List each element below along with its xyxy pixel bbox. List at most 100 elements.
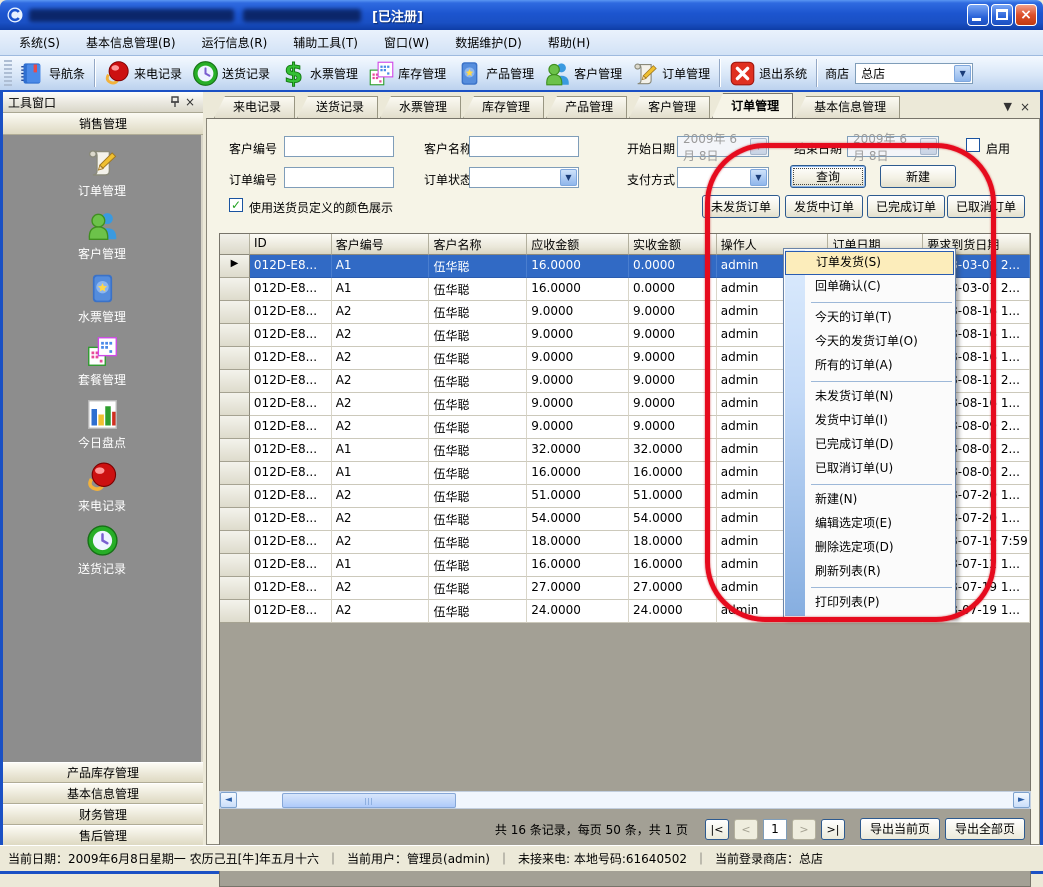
context-menu-item-编辑选定项(E)[interactable]: 编辑选定项(E) [785,512,954,536]
sidebar-item-今日盘点[interactable]: 今日盘点 [3,393,201,456]
pay-method-select[interactable]: ▼ [677,167,769,188]
status-filter-button-未发货订单[interactable]: 未发货订单 [702,195,780,218]
chevron-down-icon[interactable]: ▼ [560,169,577,186]
row-selector-cell[interactable] [220,324,250,347]
next-page-button[interactable]: > [792,819,816,840]
close-button[interactable]: × [1015,4,1037,26]
maximize-button[interactable] [991,4,1013,26]
sidebar-group-产品库存管理[interactable]: 产品库存管理 [3,762,203,783]
sidebar-item-送货记录[interactable]: 送货记录 [3,519,201,582]
enable-checkbox[interactable] [966,138,980,152]
tab-订单管理[interactable]: 订单管理 [712,93,793,118]
shop-combo[interactable]: 总店▼ [855,63,973,84]
toolbar-button-送货记录[interactable]: 送货记录 [187,58,275,89]
context-menu-item-今天的发货订单(O)[interactable]: 今天的发货订单(O) [785,330,954,354]
grid-column-header-实收金额[interactable]: 实收金额 [629,234,717,255]
tab-水票管理[interactable]: 水票管理 [380,96,461,118]
pin-icon[interactable] [168,95,182,109]
toolbar-button-库存管理[interactable]: 库存管理 [363,58,451,89]
chevron-down-icon[interactable]: ▼ [954,65,971,82]
context-menu-item-删除选定项(D)[interactable]: 删除选定项(D) [785,536,954,560]
customer-no-input[interactable] [284,136,394,157]
sidebar-group-基本信息管理[interactable]: 基本信息管理 [3,783,203,804]
row-selector-cell[interactable] [220,485,250,508]
sidebar-item-订单管理[interactable]: 订单管理 [3,141,201,204]
row-selector-cell[interactable] [220,531,250,554]
tab-close-icon[interactable]: × [1020,100,1030,114]
new-button[interactable]: 新建 [880,165,956,188]
sidebar-group-财务管理[interactable]: 财务管理 [3,804,203,825]
sidebar-item-水票管理[interactable]: 水票管理 [3,267,201,330]
tab-基本信息管理[interactable]: 基本信息管理 [795,96,900,118]
row-selector-cell[interactable] [220,600,250,623]
status-filter-button-已取消订单[interactable]: 已取消订单 [947,195,1025,218]
chevron-down-icon[interactable]: ▼ [920,138,937,155]
sidebar-item-客户管理[interactable]: 客户管理 [3,204,201,267]
row-selector-cell[interactable] [220,393,250,416]
toolbar-button-客户管理[interactable]: 客户管理 [539,58,627,89]
status-filter-button-发货中订单[interactable]: 发货中订单 [785,195,863,218]
chevron-down-icon[interactable]: ▼ [750,138,767,155]
menu-item[interactable]: 数据维护(D) [444,31,533,54]
tab-客户管理[interactable]: 客户管理 [629,96,710,118]
sidebar-group-售后管理[interactable]: 售后管理 [3,825,203,846]
grid-column-header-客户编号[interactable]: 客户编号 [332,234,430,255]
toolbar-button-来电记录[interactable]: 来电记录 [99,58,187,89]
chevron-down-icon[interactable]: ▼ [750,169,767,186]
tool-window-close-icon[interactable]: × [182,95,198,110]
color-checkbox[interactable]: ✓ [229,198,243,212]
row-selector-cell[interactable] [220,301,250,324]
menu-item[interactable]: 运行信息(R) [191,31,279,54]
grid-column-header-客户名称[interactable]: 客户名称 [429,234,527,255]
context-menu-item-今天的订单(T)[interactable]: 今天的订单(T) [785,306,954,330]
menu-item[interactable]: 系统(S) [8,31,71,54]
tab-送货记录[interactable]: 送货记录 [297,96,378,118]
scroll-left-icon[interactable]: ◄ [220,792,237,808]
query-button[interactable]: 查询 [790,165,866,188]
context-menu-item-新建(N)[interactable]: 新建(N) [785,488,954,512]
page-number-input[interactable] [763,819,787,840]
context-menu-item-所有的订单(A)[interactable]: 所有的订单(A) [785,354,954,378]
menu-item[interactable]: 基本信息管理(B) [75,31,187,54]
status-filter-button-已完成订单[interactable]: 已完成订单 [867,195,945,218]
row-selector-cell[interactable] [220,278,250,301]
grid-column-header-应收金额[interactable]: 应收金额 [527,234,629,255]
export-current-page-button[interactable]: 导出当前页 [860,818,940,840]
sidebar-item-套餐管理[interactable]: 套餐管理 [3,330,201,393]
sidebar-group-sales[interactable]: 销售管理 [3,113,203,135]
context-menu-item-回单确认(C)[interactable]: 回单确认(C) [785,275,954,299]
context-menu-item-打印列表(P)[interactable]: 打印列表(P) [785,591,954,615]
context-menu-item-已取消订单(U)[interactable]: 已取消订单(U) [785,457,954,481]
context-menu-item-未发货订单(N)[interactable]: 未发货订单(N) [785,385,954,409]
row-selector-cell[interactable] [220,554,250,577]
grid-column-header-ID[interactable]: ID [250,234,332,255]
toolbar-button-订单管理[interactable]: 订单管理 [627,58,715,89]
order-no-input[interactable] [284,167,394,188]
prev-page-button[interactable]: < [734,819,758,840]
last-page-button[interactable]: >| [821,819,845,840]
scroll-right-icon[interactable]: ► [1013,792,1030,808]
tab-来电记录[interactable]: 来电记录 [214,96,295,118]
toolbar-grip[interactable] [4,60,12,86]
scrollbar-thumb[interactable] [282,793,456,808]
tab-list-chevron-icon[interactable]: ▼ [1003,100,1011,114]
first-page-button[interactable]: |< [705,819,729,840]
start-date-picker[interactable]: 2009年 6月 8日▼ [677,136,769,157]
menu-item[interactable]: 窗口(W) [373,31,440,54]
row-selector-cell[interactable] [220,462,250,485]
sidebar-item-来电记录[interactable]: 来电记录 [3,456,201,519]
tab-产品管理[interactable]: 产品管理 [546,96,627,118]
toolbar-button-退出系统[interactable]: 退出系统 [724,58,812,89]
row-selector-cell[interactable] [220,370,250,393]
context-menu-item-刷新列表(R)[interactable]: 刷新列表(R) [785,560,954,584]
row-selector-cell[interactable] [220,347,250,370]
row-selector-cell[interactable] [220,416,250,439]
toolbar-button-水票管理[interactable]: $水票管理 [275,58,363,89]
row-selector-cell[interactable]: ▶ [220,255,250,278]
menu-item[interactable]: 帮助(H) [537,31,601,54]
toolbar-button-导航条[interactable]: 导航条 [14,58,90,89]
customer-name-input[interactable] [469,136,579,157]
menu-item[interactable]: 辅助工具(T) [282,31,369,54]
row-selector-cell[interactable] [220,577,250,600]
context-menu-item-订单发货(S)[interactable]: 订单发货(S) [785,251,954,275]
